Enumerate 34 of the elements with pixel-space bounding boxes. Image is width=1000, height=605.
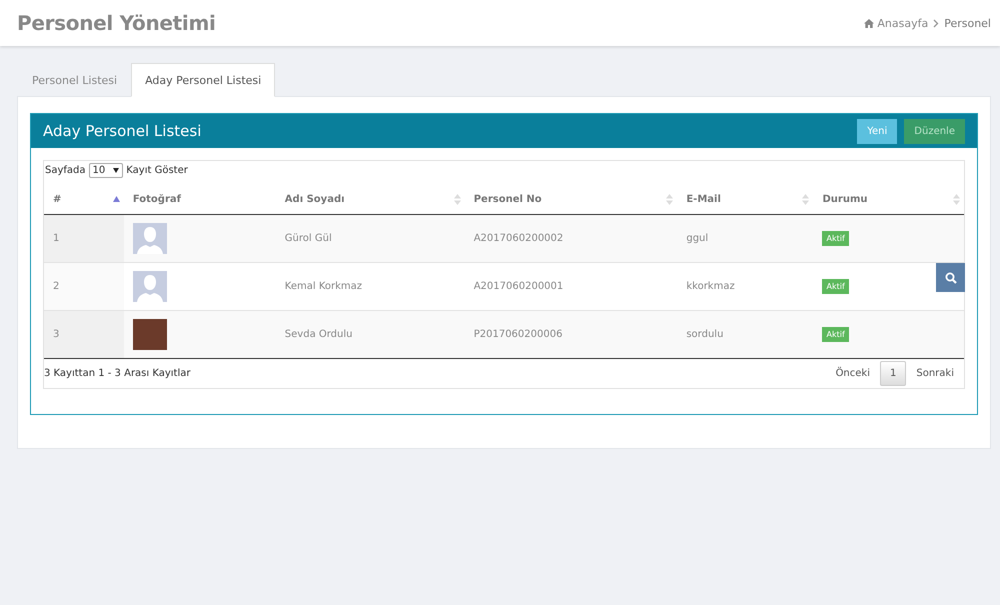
pagination-button[interactable]: 1	[880, 361, 906, 386]
email-cell: ggul	[677, 214, 814, 262]
photo-placeholder	[132, 319, 167, 350]
chevron-icon	[933, 18, 940, 28]
name-cell: Gürol Gül	[276, 214, 465, 262]
edit-button[interactable]: Düzenle	[904, 118, 965, 144]
page-title: Personel Yönetimi	[17, 11, 216, 35]
caret-icon	[113, 168, 120, 173]
avatar-silhouette-icon	[132, 271, 167, 302]
home-link[interactable]: Anasayfa	[864, 16, 928, 30]
name-cell: Sevda Ordulu	[276, 310, 465, 358]
row-number-cell: 1	[44, 214, 124, 262]
email-cell: sordulu	[677, 310, 814, 358]
tab[interactable]: Personel Listesi	[18, 63, 132, 97]
panel-title: Aday Personel Listesi	[43, 122, 202, 140]
pagination-button[interactable]: Önceki	[826, 361, 880, 386]
home-icon	[864, 18, 874, 28]
breadcrumb-current: Personel	[944, 16, 991, 30]
search-icon	[944, 272, 956, 284]
length-suffix: Kayıt Göster	[126, 165, 188, 176]
tab[interactable]: Aday Personel Listesi	[131, 63, 276, 97]
pagination-button[interactable]: Sonraki	[906, 361, 964, 386]
table-info: 3 Kayıttan 1 - 3 Arası Kayıtlar	[44, 368, 190, 379]
search-button[interactable]	[936, 263, 965, 292]
personnel-number-cell: P2017060200006	[464, 310, 678, 358]
status-badge: Aktif	[822, 327, 849, 342]
length-prefix: Sayfada	[45, 165, 86, 176]
row-number-cell: 3	[44, 310, 124, 358]
personnel-number-cell: A2017060200002	[464, 214, 678, 262]
avatar-silhouette-icon	[132, 223, 167, 254]
page-length-select[interactable]: 10	[88, 163, 124, 178]
status-badge: Aktif	[822, 231, 849, 246]
row-number-cell: 2	[44, 262, 124, 310]
status-badge: Aktif	[822, 279, 849, 294]
